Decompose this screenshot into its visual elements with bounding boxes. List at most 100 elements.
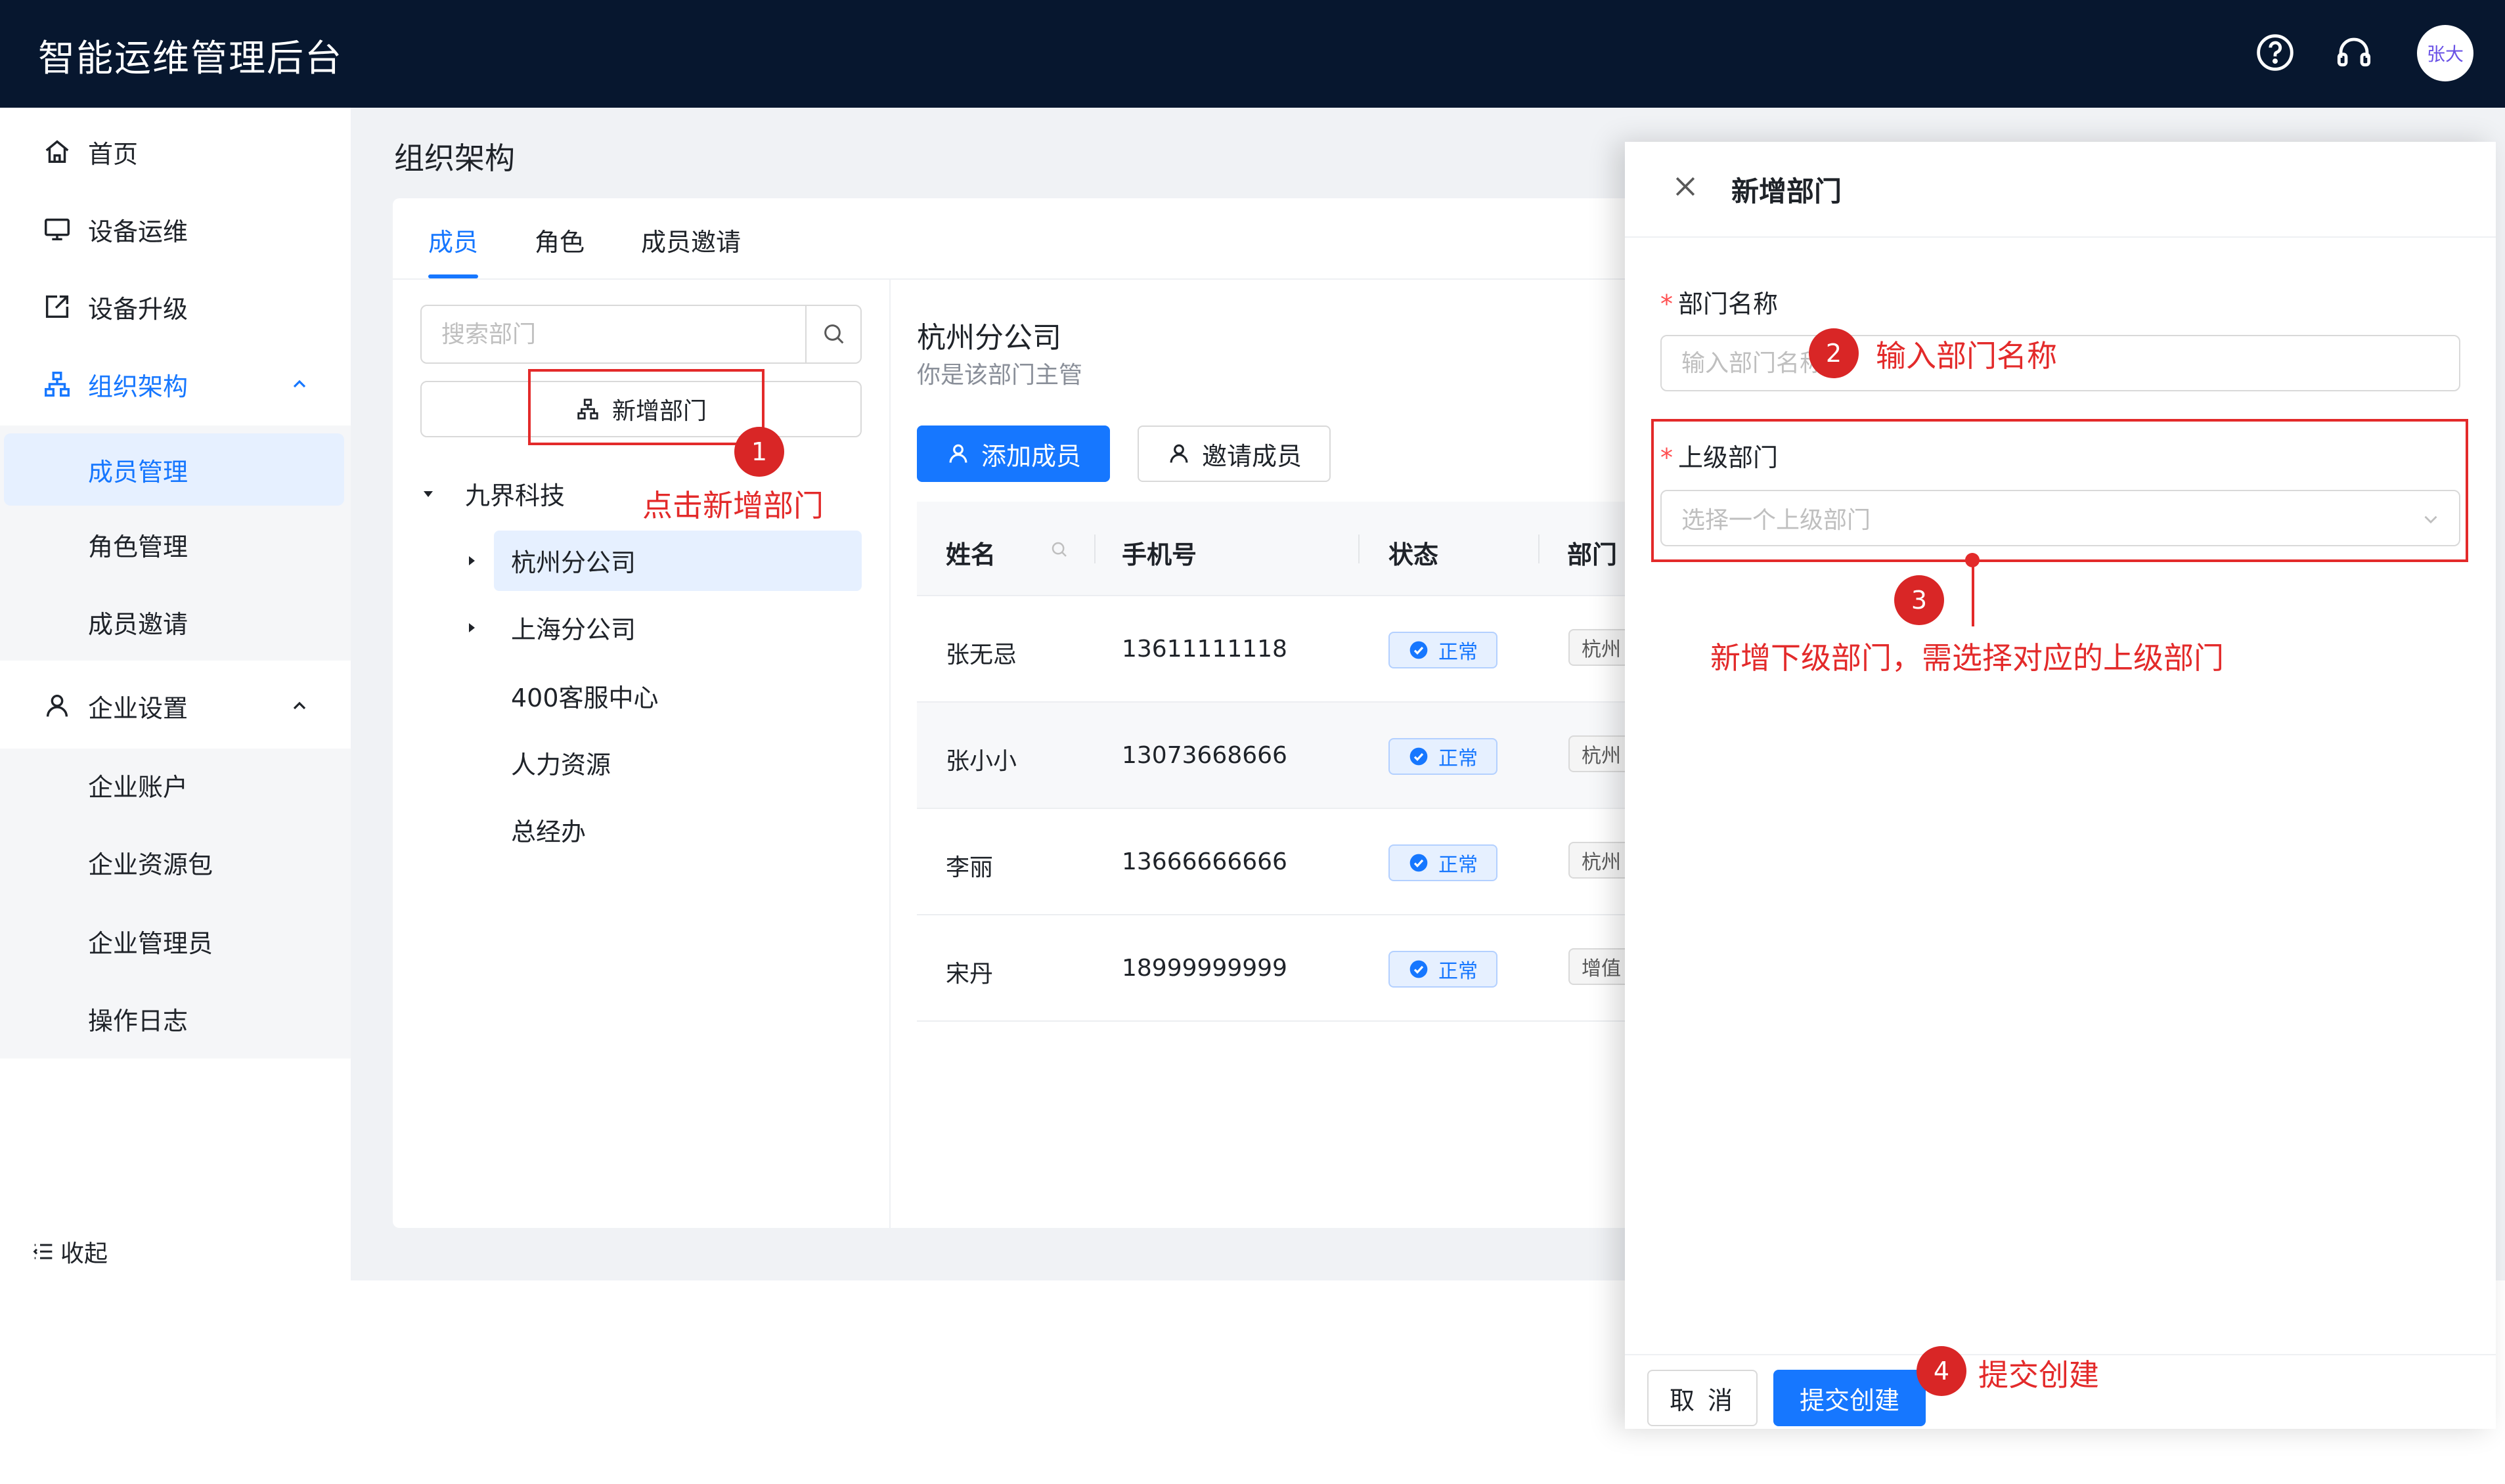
cell-phone: 13666666666 — [1122, 848, 1287, 875]
column-header-dept: 部门 — [1567, 540, 1618, 569]
sidebar-item-label: 设备升级 — [88, 294, 188, 324]
annotation-number: 2 — [1809, 328, 1859, 378]
monitor-icon — [45, 218, 70, 241]
sidebar-item-label: 企业资源包 — [88, 850, 213, 879]
user-avatar[interactable]: 张大 — [2417, 25, 2473, 81]
sidebar-item-enterprise-admin[interactable]: 企业管理员 — [0, 905, 351, 977]
sidebar-item-device-ops[interactable]: 设备运维 — [0, 193, 351, 265]
dept-name-input[interactable] — [1660, 335, 2460, 391]
collapse-menu-icon — [33, 1244, 53, 1259]
home-icon — [45, 140, 69, 164]
add-member-label: 添加成员 — [981, 441, 1081, 471]
status-badge: 正常 — [1388, 844, 1497, 881]
annotation-number: 3 — [1894, 575, 1944, 625]
status-badge: 正常 — [1388, 738, 1497, 775]
tree-node-shanghai[interactable]: 上海分公司 — [511, 609, 636, 645]
user-icon — [46, 694, 68, 717]
status-badge: 正常 — [1388, 951, 1497, 988]
cell-phone: 18999999999 — [1122, 955, 1287, 982]
sidebar-item-label: 成员邀请 — [88, 609, 188, 639]
sidebar-item-label: 角色管理 — [88, 532, 188, 561]
manager-note: 你是该部门主管 — [917, 362, 1083, 389]
dept-search-button[interactable] — [805, 306, 862, 362]
sidebar-item-label: 企业账户 — [88, 772, 188, 802]
sidebar-item-label: 企业设置 — [88, 693, 188, 723]
cell-name: 张无忌 — [946, 642, 1017, 668]
annotation-highlight-add-dept — [528, 369, 765, 445]
cell-phone: 13611111118 — [1122, 636, 1287, 663]
sidebar-item-label: 成员管理 — [88, 457, 188, 487]
org-chart-icon — [45, 372, 70, 397]
cancel-button[interactable]: 取 消 — [1647, 1370, 1758, 1426]
sidebar-item-operation-log[interactable]: 操作日志 — [0, 982, 351, 1055]
sidebar-item-device-upgrade[interactable]: 设备升级 — [0, 271, 351, 343]
column-separator — [1094, 535, 1096, 563]
cell-name: 李丽 — [946, 854, 994, 881]
caret-right-icon[interactable] — [464, 553, 479, 569]
caret-right-icon[interactable] — [464, 620, 479, 636]
sidebar-item-label: 企业管理员 — [88, 928, 213, 958]
app-title: 智能运维管理后台 — [38, 37, 343, 80]
tab-invites[interactable]: 成员邀请 — [641, 222, 741, 258]
annotation-number: 1 — [734, 427, 784, 477]
sidebar-item-member-invite[interactable]: 成员邀请 — [0, 586, 351, 658]
tab-roles[interactable]: 角色 — [535, 222, 585, 258]
sidebar-item-enterprise-account[interactable]: 企业账户 — [0, 749, 351, 821]
sidebar: 首页 设备运维 设备升级 组织架构 成员管理 角色管理 成员邀请 企业设置 企业… — [0, 108, 351, 1484]
drawer-divider — [1625, 236, 2496, 238]
submit-button[interactable]: 提交创建 — [1773, 1370, 1926, 1426]
user-icon — [1170, 444, 1188, 463]
close-icon[interactable] — [1671, 172, 1700, 201]
cell-name: 宋丹 — [946, 961, 994, 988]
tree-node-root[interactable]: 九界科技 — [465, 475, 565, 512]
dept-search — [420, 305, 862, 364]
tab-members[interactable]: 成员 — [428, 222, 478, 258]
search-icon[interactable] — [1050, 540, 1069, 559]
tree-node-hangzhou[interactable]: 杭州分公司 — [511, 542, 636, 578]
sidebar-item-member-mgmt[interactable]: 成员管理 — [4, 433, 344, 506]
column-header-phone: 手机号 — [1122, 540, 1197, 569]
dept-name-label: * 部门名称 — [1660, 284, 1778, 320]
add-member-button[interactable]: 添加成员 — [917, 426, 1110, 482]
sidebar-item-label: 操作日志 — [88, 1006, 188, 1036]
tree-node-gm-office[interactable]: 总经办 — [511, 812, 586, 848]
column-separator — [1358, 535, 1360, 563]
status-text: 正常 — [1438, 747, 1478, 770]
sidebar-item-role-mgmt[interactable]: 角色管理 — [0, 508, 351, 580]
status-text: 正常 — [1438, 960, 1478, 983]
check-circle-icon — [1409, 641, 1428, 659]
sidebar-item-label: 首页 — [88, 139, 139, 169]
search-icon — [824, 324, 844, 344]
caret-down-icon[interactable] — [420, 486, 436, 502]
dept-name-label-text: 部门名称 — [1678, 290, 1779, 318]
status-text: 正常 — [1438, 641, 1478, 664]
check-circle-icon — [1409, 747, 1428, 766]
check-circle-icon — [1409, 854, 1428, 872]
upgrade-icon — [45, 295, 69, 318]
sidebar-item-home[interactable]: 首页 — [0, 116, 351, 188]
panel-divider — [889, 280, 891, 1228]
status-text: 正常 — [1438, 854, 1478, 877]
status-badge: 正常 — [1388, 632, 1497, 668]
invite-member-label: 邀请成员 — [1201, 441, 1302, 471]
required-mark: * — [1660, 290, 1673, 318]
headset-icon[interactable] — [2333, 32, 2375, 74]
collapse-sidebar-button[interactable]: 收起 — [30, 1234, 108, 1269]
current-dept-name: 杭州分公司 — [917, 321, 1061, 355]
sidebar-item-org[interactable]: 组织架构 — [0, 348, 351, 420]
tree-node-hr[interactable]: 人力资源 — [511, 745, 611, 781]
cell-name: 张小小 — [946, 748, 1017, 775]
annotation-highlight-parent-dept — [1651, 419, 2468, 562]
tree-node-service-center[interactable]: 400客服中心 — [511, 678, 659, 714]
invite-member-button[interactable]: 邀请成员 — [1138, 426, 1331, 482]
annotation-number: 4 — [1917, 1346, 1966, 1396]
annotation-connector-line — [1972, 559, 1974, 626]
enterprise-submenu: 企业账户 企业资源包 企业管理员 操作日志 — [0, 749, 351, 1058]
annotation-text: 提交创建 — [1978, 1357, 2099, 1393]
annotation-text: 输入部门名称 — [1876, 338, 2057, 374]
sidebar-item-resource-pack[interactable]: 企业资源包 — [0, 826, 351, 898]
column-header-name: 姓名 — [946, 540, 996, 569]
sidebar-item-enterprise-settings[interactable]: 企业设置 — [0, 670, 351, 742]
help-circle-icon[interactable] — [2254, 32, 2296, 74]
dept-search-input[interactable] — [423, 307, 804, 361]
